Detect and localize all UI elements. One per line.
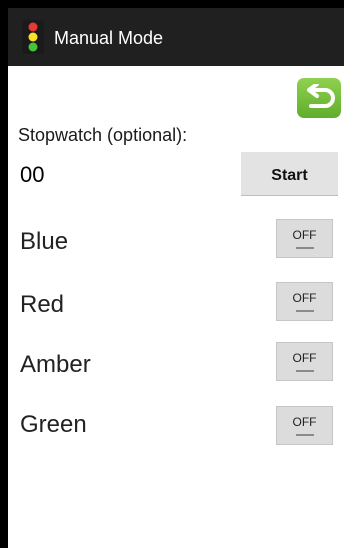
light-label-amber: Amber bbox=[20, 351, 91, 378]
toggle-state: OFF bbox=[292, 415, 317, 429]
toggle-red[interactable]: OFF bbox=[276, 282, 333, 321]
back-arrow-icon bbox=[307, 84, 335, 108]
light-label-green: Green bbox=[20, 411, 87, 438]
traffic-light-icon bbox=[22, 20, 44, 54]
toggle-state: OFF bbox=[292, 291, 317, 305]
toggle-amber[interactable]: OFF bbox=[276, 342, 333, 381]
start-button[interactable]: Start bbox=[241, 152, 338, 196]
toggle-indicator bbox=[295, 247, 314, 249]
stopwatch-label: Stopwatch (optional): bbox=[18, 125, 188, 145]
toggle-blue[interactable]: OFF bbox=[276, 219, 333, 258]
light-label-blue: Blue bbox=[20, 228, 69, 255]
stopwatch-value: 00 bbox=[20, 162, 45, 187]
light-label-red: Red bbox=[20, 291, 65, 318]
toggle-state: OFF bbox=[292, 351, 317, 365]
toggle-green[interactable]: OFF bbox=[276, 406, 333, 445]
toggle-state: OFF bbox=[292, 228, 317, 242]
app-screen: Manual Mode Stopwatch (optional): 00 Sta… bbox=[8, 8, 344, 548]
toggle-indicator bbox=[295, 434, 314, 436]
toggle-indicator bbox=[295, 370, 314, 372]
back-button[interactable] bbox=[297, 78, 341, 118]
page-title: Manual Mode bbox=[54, 28, 164, 48]
toggle-indicator bbox=[295, 310, 314, 312]
action-bar: Manual Mode bbox=[8, 8, 344, 66]
